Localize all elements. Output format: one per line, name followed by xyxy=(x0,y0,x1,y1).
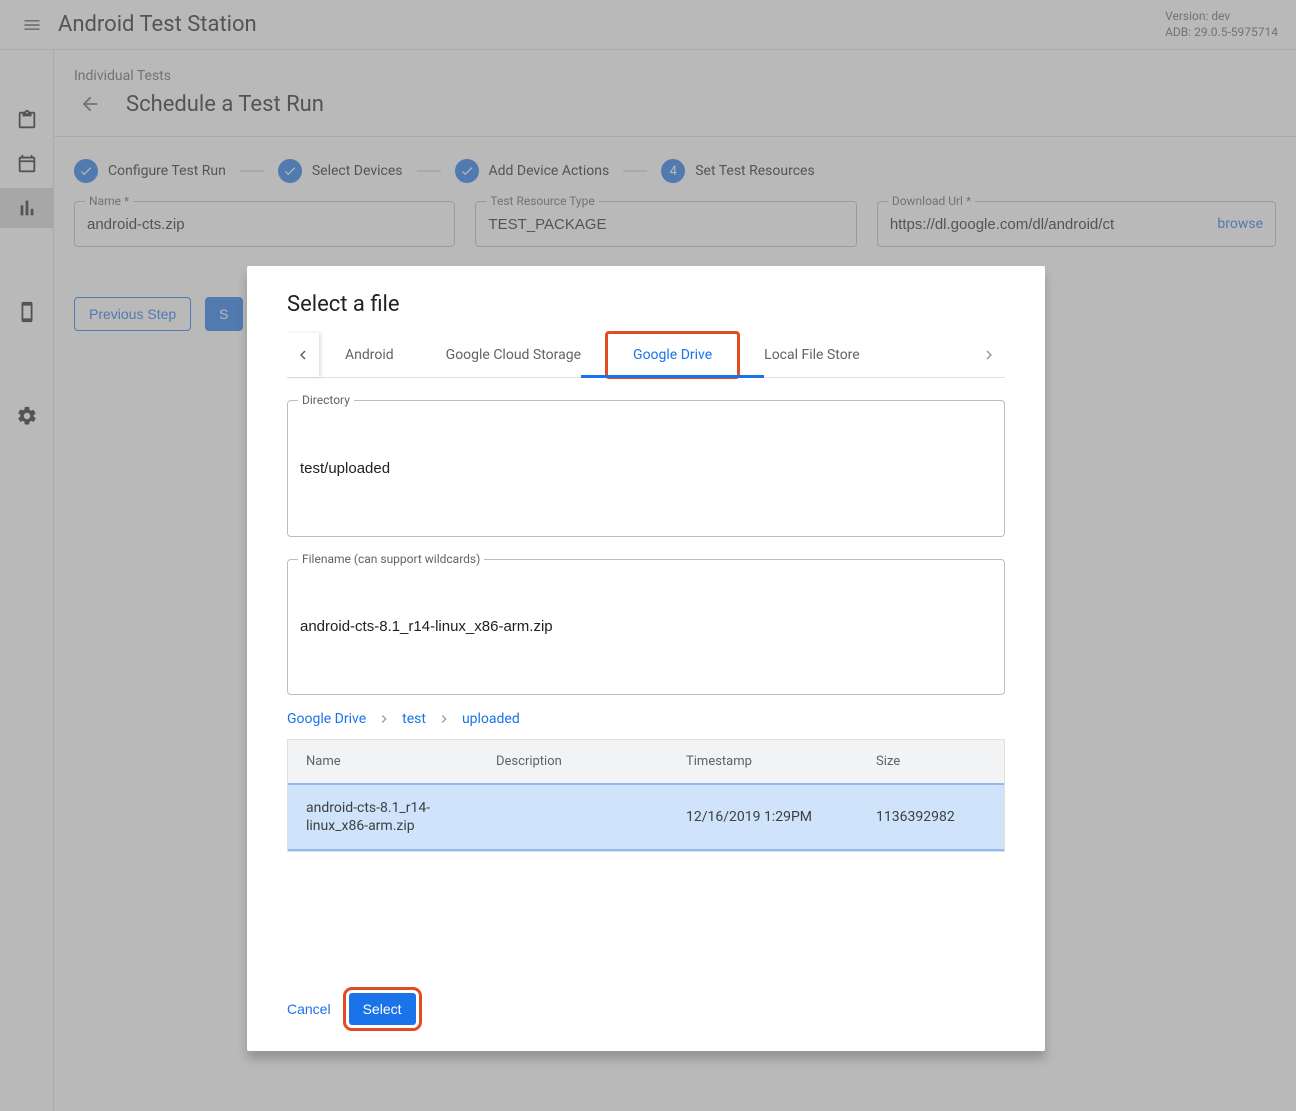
tab-label: Google Drive xyxy=(633,347,712,363)
tab-local-file-store[interactable]: Local File Store xyxy=(738,333,886,377)
tabstrip: Android Google Cloud Storage Google Driv… xyxy=(287,333,1005,378)
table-header: Name Description Timestamp Size xyxy=(288,740,1004,783)
tab-scroll-right[interactable] xyxy=(973,333,1005,377)
col-description: Description xyxy=(496,754,686,769)
col-size: Size xyxy=(876,754,986,769)
modal-title: Select a file xyxy=(287,292,1005,317)
directory-field[interactable]: Directory xyxy=(287,400,1005,537)
chevron-right-icon xyxy=(980,346,998,364)
col-timestamp: Timestamp xyxy=(686,754,876,769)
crumb-root[interactable]: Google Drive xyxy=(287,711,366,727)
col-name: Name xyxy=(306,754,496,769)
table-row[interactable]: android-cts-8.1_r14-linux_x86-arm.zip 12… xyxy=(288,783,1004,851)
select-button[interactable]: Select xyxy=(349,993,416,1025)
tab-gcs[interactable]: Google Cloud Storage xyxy=(420,333,607,377)
crumb-test[interactable]: test xyxy=(402,711,426,727)
crumb-uploaded[interactable]: uploaded xyxy=(462,711,520,727)
file-picker-modal: Select a file Android Google Cloud Stora… xyxy=(247,266,1045,1051)
filename-input[interactable] xyxy=(300,618,992,635)
filename-field[interactable]: Filename (can support wildcards) xyxy=(287,559,1005,696)
tab-android[interactable]: Android xyxy=(319,333,420,377)
cancel-button[interactable]: Cancel xyxy=(287,1001,331,1017)
tab-scroll-left[interactable] xyxy=(287,333,319,377)
chevron-left-icon xyxy=(294,346,312,364)
chevron-right-icon xyxy=(376,711,392,727)
file-table: Name Description Timestamp Size android-… xyxy=(287,739,1005,852)
chevron-right-icon xyxy=(436,711,452,727)
directory-input[interactable] xyxy=(300,460,992,477)
tab-label: Local File Store xyxy=(764,347,860,363)
cell-size: 1136392982 xyxy=(876,809,986,825)
tab-label: Android xyxy=(345,347,394,363)
path-breadcrumbs: Google Drive test uploaded xyxy=(287,711,1005,727)
cell-timestamp: 12/16/2019 1:29PM xyxy=(686,809,876,825)
cell-name: android-cts-8.1_r14-linux_x86-arm.zip xyxy=(306,799,496,835)
directory-label: Directory xyxy=(298,393,354,407)
tab-label: Google Cloud Storage xyxy=(446,347,581,363)
filename-label: Filename (can support wildcards) xyxy=(298,552,484,566)
tab-google-drive[interactable]: Google Drive xyxy=(607,333,738,377)
modal-actions: Cancel Select xyxy=(287,987,1005,1037)
